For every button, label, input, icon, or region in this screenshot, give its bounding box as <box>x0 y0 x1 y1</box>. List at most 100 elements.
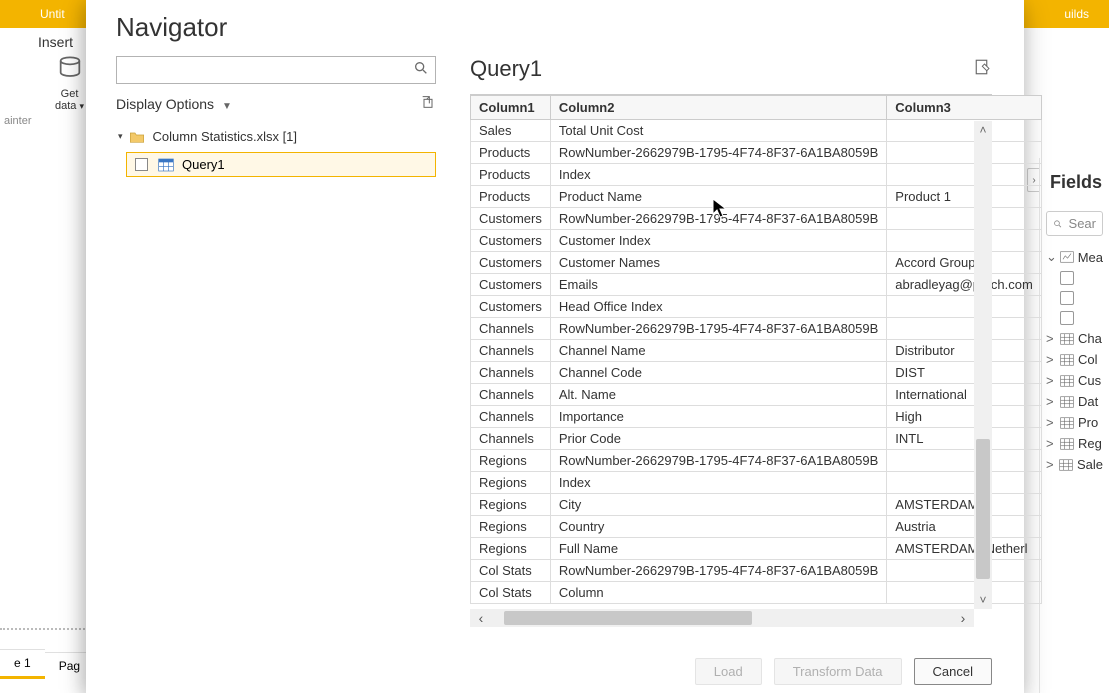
field-item[interactable]: >Pro <box>1040 412 1109 433</box>
get-data-label1: Get <box>55 88 84 100</box>
transform-data-button[interactable]: Transform Data <box>774 658 902 685</box>
table-row[interactable]: ProductsRowNumber-2662979B-1795-4F74-8F3… <box>471 142 1042 164</box>
table-cell: AMSTERDAM <box>887 494 1042 516</box>
table-cell <box>887 208 1042 230</box>
navigator-search-input[interactable] <box>123 63 413 78</box>
refresh-icon[interactable] <box>420 94 436 113</box>
chevron-icon[interactable]: ⌄ <box>1046 249 1058 265</box>
table-cell: Country <box>550 516 886 538</box>
table-row[interactable]: ChannelsChannel CodeDIST <box>471 362 1042 384</box>
field-checkbox[interactable] <box>1060 291 1074 305</box>
folder-icon <box>129 130 145 144</box>
table-cell: Channels <box>471 406 551 428</box>
scroll-thumb[interactable] <box>976 439 990 579</box>
table-cell: AMSTERDAM, Netherl <box>887 538 1042 560</box>
navigator-search-box[interactable] <box>116 56 436 84</box>
table-row[interactable]: ProductsIndex <box>471 164 1042 186</box>
vertical-scrollbar[interactable]: ˄ ˅ <box>974 121 992 609</box>
table-cell: Channels <box>471 428 551 450</box>
table-cell: Index <box>550 164 886 186</box>
table-cell: Head Office Index <box>550 296 886 318</box>
chevron-icon[interactable]: > <box>1046 394 1058 409</box>
collapse-icon[interactable]: ▾ <box>118 131 123 142</box>
table-row[interactable]: CustomersCustomer NamesAccord Group <box>471 252 1042 274</box>
table-row[interactable]: RegionsIndex <box>471 472 1042 494</box>
query-checkbox[interactable] <box>135 158 148 171</box>
table-cell: International <box>887 384 1042 406</box>
field-item[interactable] <box>1040 268 1109 288</box>
table-cell: Channels <box>471 340 551 362</box>
field-item[interactable]: >Sale <box>1040 454 1109 475</box>
table-row[interactable]: ProductsProduct NameProduct 1 <box>471 186 1042 208</box>
table-cell: RowNumber-2662979B-1795-4F74-8F37-6A1BA8… <box>550 142 886 164</box>
chevron-icon[interactable]: > <box>1046 352 1058 367</box>
column-header[interactable]: Column1 <box>471 96 551 120</box>
table-cell: Alt. Name <box>550 384 886 406</box>
field-item[interactable]: ⌄Mea <box>1040 246 1109 268</box>
preview-title: Query1 <box>470 56 542 82</box>
table-row[interactable]: ChannelsAlt. NameInternational <box>471 384 1042 406</box>
scroll-thumb[interactable] <box>504 611 752 625</box>
get-data-button[interactable]: Get data ▾ <box>55 55 84 112</box>
field-checkbox[interactable] <box>1060 271 1074 285</box>
table-cell <box>887 230 1042 252</box>
scroll-down-icon[interactable]: ˅ <box>974 591 992 609</box>
table-cell: Regions <box>471 494 551 516</box>
fields-panel-title: Fields <box>1040 158 1109 207</box>
edit-icon[interactable] <box>974 58 992 81</box>
table-row[interactable]: CustomersEmailsabradleyag@patch.com <box>471 274 1042 296</box>
chevron-icon[interactable]: > <box>1046 436 1058 451</box>
table-row[interactable]: RegionsRowNumber-2662979B-1795-4F74-8F37… <box>471 450 1042 472</box>
chevron-icon[interactable]: > <box>1046 331 1058 346</box>
selection-border <box>0 628 85 630</box>
table-row[interactable]: Col StatsColumn <box>471 582 1042 604</box>
chevron-icon[interactable]: > <box>1046 457 1057 472</box>
ribbon-tab-insert[interactable]: Insert <box>28 28 83 56</box>
table-row[interactable]: SalesTotal Unit Cost <box>471 120 1042 142</box>
table-row[interactable]: ChannelsChannel NameDistributor <box>471 340 1042 362</box>
field-item[interactable]: >Reg <box>1040 433 1109 454</box>
scroll-left-icon[interactable]: ‹ <box>470 610 492 626</box>
field-item[interactable]: >Cus <box>1040 370 1109 391</box>
load-button[interactable]: Load <box>695 658 762 685</box>
table-cell <box>887 582 1042 604</box>
table-cell: Emails <box>550 274 886 296</box>
field-checkbox[interactable] <box>1060 311 1074 325</box>
table-row[interactable]: CustomersRowNumber-2662979B-1795-4F74-8F… <box>471 208 1042 230</box>
field-item[interactable] <box>1040 288 1109 308</box>
table-row[interactable]: Col StatsRowNumber-2662979B-1795-4F74-8F… <box>471 560 1042 582</box>
scroll-right-icon[interactable]: › <box>952 610 974 626</box>
table-row[interactable]: CustomersHead Office Index <box>471 296 1042 318</box>
search-icon[interactable] <box>413 60 429 81</box>
table-row[interactable]: ChannelsRowNumber-2662979B-1795-4F74-8F3… <box>471 318 1042 340</box>
field-item[interactable]: >Cha <box>1040 328 1109 349</box>
table-cell <box>887 120 1042 142</box>
display-options-dropdown[interactable]: Display Options ▼ <box>116 96 232 112</box>
table-row[interactable]: RegionsCountryAustria <box>471 516 1042 538</box>
table-cell: Products <box>471 164 551 186</box>
column-header[interactable]: Column2 <box>550 96 886 120</box>
tree-file-node[interactable]: ▾ Column Statistics.xlsx [1] <box>116 125 436 148</box>
column-header[interactable]: Column3 <box>887 96 1042 120</box>
field-item[interactable] <box>1040 308 1109 328</box>
table-row[interactable]: ChannelsImportanceHigh <box>471 406 1042 428</box>
horizontal-scrollbar[interactable]: ‹ › <box>470 609 974 627</box>
table-cell <box>887 296 1042 318</box>
tree-query-node[interactable]: Query1 <box>126 152 436 177</box>
table-cell: Austria <box>887 516 1042 538</box>
chevron-icon[interactable]: > <box>1046 373 1058 388</box>
table-row[interactable]: RegionsCityAMSTERDAM <box>471 494 1042 516</box>
field-item[interactable]: >Col <box>1040 349 1109 370</box>
table-row[interactable]: RegionsFull NameAMSTERDAM, Netherl <box>471 538 1042 560</box>
display-options-label: Display Options <box>116 96 214 112</box>
field-item[interactable]: >Dat <box>1040 391 1109 412</box>
fields-search-input[interactable]: Sear <box>1046 211 1103 236</box>
cancel-button[interactable]: Cancel <box>914 658 992 685</box>
chevron-icon[interactable]: > <box>1046 415 1058 430</box>
table-row[interactable]: CustomersCustomer Index <box>471 230 1042 252</box>
page-tab-1[interactable]: e 1 <box>0 649 45 679</box>
scroll-up-icon[interactable]: ˄ <box>974 121 992 139</box>
table-row[interactable]: ChannelsPrior CodeINTL <box>471 428 1042 450</box>
table-icon <box>1060 438 1074 450</box>
table-icon <box>1060 375 1074 387</box>
